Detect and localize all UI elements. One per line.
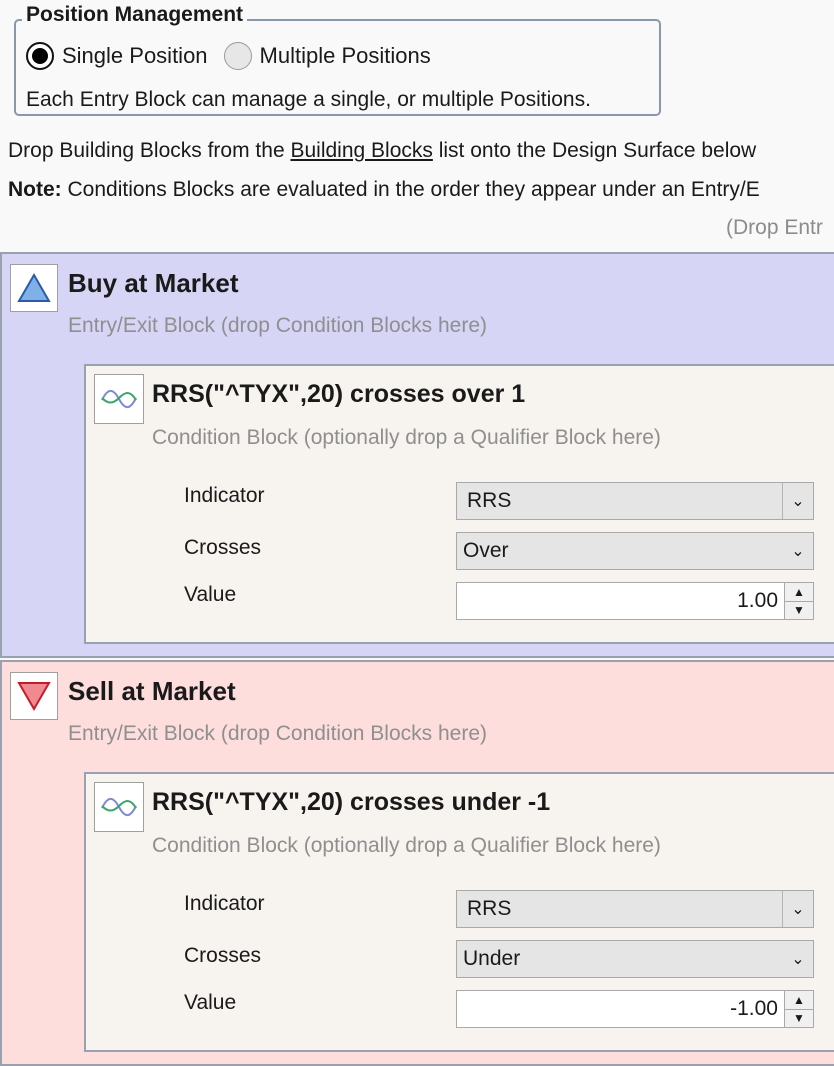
condition-subtitle: Condition Block (optionally drop a Quali… [152, 426, 661, 449]
position-management-title: Position Management [22, 2, 248, 28]
spin-down-icon[interactable]: ▼ [785, 600, 813, 619]
multiple-positions-radio[interactable] [223, 42, 252, 70]
single-position-option[interactable]: Single Position [26, 42, 208, 70]
spinner-buttons: ▲ ▼ [784, 583, 813, 619]
triangle-down-icon [10, 672, 58, 720]
multiple-positions-label[interactable]: Multiple Positions [260, 43, 431, 69]
indicator-value: RRS [467, 897, 512, 920]
instruction-suffix: list onto the Design Surface below [432, 139, 757, 162]
spin-up-icon[interactable]: ▲ [785, 583, 813, 601]
value-input[interactable]: 1.00 [457, 589, 784, 613]
block-title: Buy at Market [68, 268, 239, 298]
crosses-label: Crosses [184, 944, 262, 967]
condition-subtitle: Condition Block (optionally drop a Quali… [152, 834, 661, 857]
chevron-down-icon[interactable]: ⌄ [783, 949, 813, 969]
condition-block[interactable]: RRS("^TYX",20) crosses under -1 Conditio… [84, 772, 834, 1052]
crosses-select[interactable]: Under ⌄ [456, 940, 814, 978]
single-position-radio[interactable] [26, 42, 54, 70]
single-position-label[interactable]: Single Position [62, 43, 208, 69]
indicator-select[interactable]: RRS ⌄ [456, 482, 814, 520]
spinner-buttons: ▲ ▼ [784, 991, 813, 1027]
block-title: Sell at Market [68, 676, 236, 706]
radio-group: Single Position Multiple Positions [26, 42, 431, 70]
building-blocks-link[interactable]: Building Blocks [290, 139, 432, 162]
spin-up-icon[interactable]: ▲ [785, 991, 813, 1009]
condition-block[interactable]: RRS("^TYX",20) crosses over 1 Condition … [84, 364, 834, 644]
triangle-up-icon [10, 264, 58, 312]
value-spinner[interactable]: 1.00 ▲ ▼ [456, 582, 814, 620]
value-label: Value [184, 991, 237, 1014]
note-line: Note: Conditions Blocks are evaluated in… [8, 178, 760, 202]
multiple-positions-option[interactable]: Multiple Positions [223, 42, 431, 70]
indicator-label: Indicator [184, 484, 265, 507]
buy-at-market-block[interactable]: Buy at Market Entry/Exit Block (drop Con… [0, 252, 834, 658]
sell-at-market-block[interactable]: Sell at Market Entry/Exit Block (drop Co… [0, 660, 834, 1066]
value-label: Value [184, 583, 237, 606]
indicator-label: Indicator [184, 892, 265, 915]
value-input[interactable]: -1.00 [457, 997, 784, 1021]
crosses-label: Crosses [184, 536, 262, 559]
indicator-wave-icon [94, 782, 144, 832]
instruction-line: Drop Building Blocks from the Building B… [8, 139, 756, 163]
instruction-prefix: Drop Building Blocks from the [8, 139, 291, 162]
crosses-value: Over [463, 539, 509, 562]
value-spinner[interactable]: -1.00 ▲ ▼ [456, 990, 814, 1028]
note-text: Conditions Blocks are evaluated in the o… [61, 178, 760, 201]
indicator-wave-icon [94, 374, 144, 424]
indicator-select[interactable]: RRS ⌄ [456, 890, 814, 928]
indicator-value: RRS [467, 489, 512, 512]
spin-down-icon[interactable]: ▼ [785, 1008, 813, 1027]
chevron-down-icon[interactable]: ⌄ [783, 899, 813, 919]
block-subtitle: Entry/Exit Block (drop Condition Blocks … [68, 722, 488, 745]
drop-hint: (Drop Entr [726, 216, 823, 239]
condition-title: RRS("^TYX",20) crosses over 1 [152, 380, 526, 408]
chevron-down-icon[interactable]: ⌄ [783, 541, 813, 561]
crosses-select[interactable]: Over ⌄ [456, 532, 814, 570]
note-label: Note: [8, 178, 62, 201]
condition-title: RRS("^TYX",20) crosses under -1 [152, 788, 551, 816]
chevron-down-icon[interactable]: ⌄ [783, 491, 813, 511]
position-management-description: Each Entry Block can manage a single, or… [26, 88, 591, 111]
block-subtitle: Entry/Exit Block (drop Condition Blocks … [68, 314, 488, 337]
crosses-value: Under [463, 947, 521, 970]
